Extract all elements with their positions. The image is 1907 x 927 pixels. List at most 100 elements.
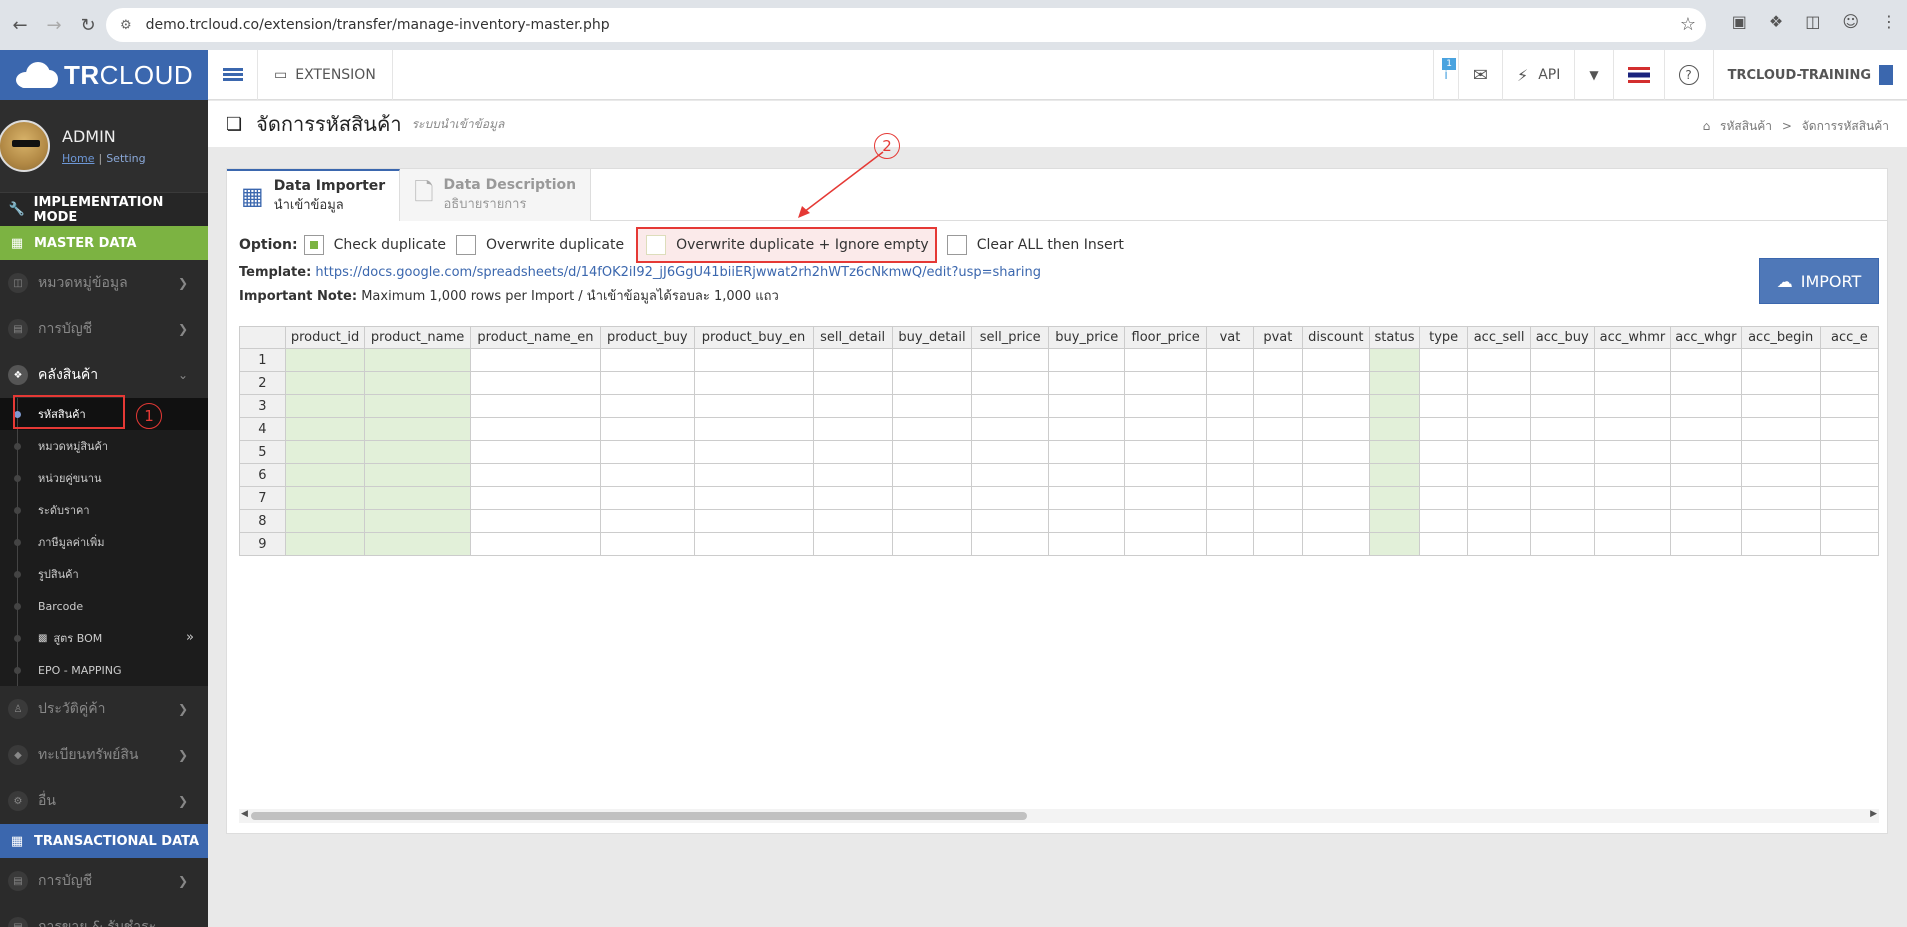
grid-cell[interactable] [1369, 463, 1420, 487]
grid-cell[interactable] [1670, 394, 1742, 418]
grid-cell[interactable] [693, 509, 814, 533]
grid-cell[interactable] [891, 394, 973, 418]
grid-cell[interactable] [364, 417, 471, 441]
home-link[interactable]: Home [62, 152, 94, 165]
grid-cell[interactable] [1048, 348, 1126, 372]
option-clear-all-insert[interactable]: Clear ALL then Insert [946, 235, 1124, 255]
grid-cell[interactable] [1819, 348, 1879, 372]
grid-cell[interactable] [1301, 394, 1371, 418]
grid-cell[interactable] [1048, 463, 1126, 487]
grid-cell[interactable] [1048, 486, 1126, 510]
sidepanel-icon[interactable]: ◫ [1805, 12, 1820, 31]
grid-cell[interactable] [1301, 417, 1371, 441]
grid-cell[interactable] [364, 486, 471, 510]
grid-cell[interactable] [1467, 394, 1531, 418]
grid-cell[interactable] [469, 486, 602, 510]
grid-cell[interactable] [1418, 440, 1469, 464]
scroll-left-icon[interactable]: ◀ [241, 809, 248, 819]
grid-cell[interactable] [891, 532, 973, 556]
grid-cell[interactable] [364, 463, 471, 487]
grid-cell[interactable] [971, 486, 1050, 510]
column-header[interactable]: sell_price [971, 326, 1050, 349]
grid-cell[interactable] [1301, 440, 1371, 464]
grid-cell[interactable] [1253, 555, 1303, 556]
grid-cell[interactable] [812, 440, 893, 464]
grid-cell[interactable] [1740, 555, 1821, 556]
sidebar-subitem-bom[interactable]: ▩ สูตร BOM » [0, 622, 208, 654]
grid-cell[interactable] [1593, 371, 1672, 395]
hamburger-menu-icon[interactable] [208, 49, 258, 100]
column-header[interactable]: product_buy [600, 326, 695, 349]
column-header[interactable]: status [1369, 326, 1420, 349]
checkbox-overwrite-ignore-empty[interactable] [646, 235, 667, 255]
column-header[interactable]: acc_whmr [1593, 326, 1672, 349]
grid-cell[interactable] [284, 532, 366, 556]
grid-cell[interactable] [1819, 440, 1879, 464]
notification-button[interactable]: 1 i [1433, 50, 1458, 100]
grid-cell[interactable] [812, 348, 893, 372]
grid-cell[interactable] [1593, 440, 1672, 464]
sidebar-item-warehouse[interactable]: ❖ คลังสินค้า ⌄ [0, 352, 208, 398]
grid-cell[interactable] [1529, 417, 1595, 441]
row-header[interactable]: 8 [239, 509, 286, 533]
sidebar-subitem-epo-mapping[interactable]: EPO - MAPPING [0, 654, 208, 686]
grid-cell[interactable] [1369, 440, 1420, 464]
grid-cell[interactable] [971, 394, 1050, 418]
grid-cell[interactable] [1369, 394, 1420, 418]
grid-cell[interactable] [693, 348, 814, 372]
grid-cell[interactable] [1740, 532, 1821, 556]
grid-cell[interactable] [1124, 348, 1207, 372]
grid-cell[interactable] [1670, 555, 1742, 556]
grid-cell[interactable] [1048, 440, 1126, 464]
grid-cell[interactable] [1467, 371, 1531, 395]
grid-cell[interactable] [1418, 348, 1469, 372]
column-header[interactable]: acc_whgr [1670, 326, 1742, 349]
grid-cell[interactable] [1418, 555, 1469, 556]
grid-cell[interactable] [1124, 417, 1207, 441]
column-header[interactable]: sell_detail [812, 326, 893, 349]
grid-cell[interactable] [469, 463, 602, 487]
grid-cell[interactable] [469, 555, 602, 556]
grid-cell[interactable] [1205, 348, 1255, 372]
grid-cell[interactable] [1670, 348, 1742, 372]
grid-cell[interactable] [1124, 532, 1207, 556]
extensions-icon[interactable]: ❖ [1769, 12, 1783, 31]
grid-cell[interactable] [364, 532, 471, 556]
grid-cell[interactable] [812, 463, 893, 487]
api-button[interactable]: ⚡ API [1501, 50, 1574, 100]
grid-cell[interactable] [1593, 394, 1672, 418]
grid-cell[interactable] [1253, 486, 1303, 510]
grid-cell[interactable] [1593, 348, 1672, 372]
row-header[interactable]: 1 [239, 348, 286, 372]
grid-cell[interactable] [971, 555, 1050, 556]
grid-cell[interactable] [469, 509, 602, 533]
grid-cell[interactable] [1301, 463, 1371, 487]
column-header[interactable]: acc_e [1819, 326, 1879, 349]
grid-cell[interactable] [1124, 371, 1207, 395]
grid-cell[interactable] [600, 555, 695, 556]
grid-cell[interactable] [693, 394, 814, 418]
forward-icon[interactable]: → [40, 11, 68, 39]
breadcrumb-item[interactable]: รหัสสินค้า [1720, 119, 1772, 133]
grid-cell[interactable] [891, 509, 973, 533]
grid-cell[interactable] [364, 394, 471, 418]
sidebar-item-other[interactable]: ⚙ อื่น ❯ [0, 778, 208, 824]
grid-cell[interactable] [284, 371, 366, 395]
grid-cell[interactable] [1253, 371, 1303, 395]
grid-cell[interactable] [891, 486, 973, 510]
column-header[interactable]: product_name_en [469, 326, 602, 349]
grid-cell[interactable] [364, 440, 471, 464]
grid-cell[interactable] [1418, 417, 1469, 441]
column-header[interactable]: vat [1205, 326, 1255, 349]
row-header[interactable]: 4 [239, 417, 286, 441]
grid-cell[interactable] [1205, 371, 1255, 395]
tab-data-description[interactable]: 🗋 Data Description อธิบายรายการ [400, 169, 592, 221]
cast-icon[interactable]: ▣ [1732, 12, 1747, 31]
grid-cell[interactable] [1205, 463, 1255, 487]
grid-cell[interactable] [1418, 509, 1469, 533]
grid-cell[interactable] [1418, 486, 1469, 510]
grid-cell[interactable] [1418, 463, 1469, 487]
grid-cell[interactable] [600, 394, 695, 418]
sidebar-item-partner-history[interactable]: ♙ ประวัติคู่ค้า ❯ [0, 686, 208, 732]
grid-cell[interactable] [891, 371, 973, 395]
